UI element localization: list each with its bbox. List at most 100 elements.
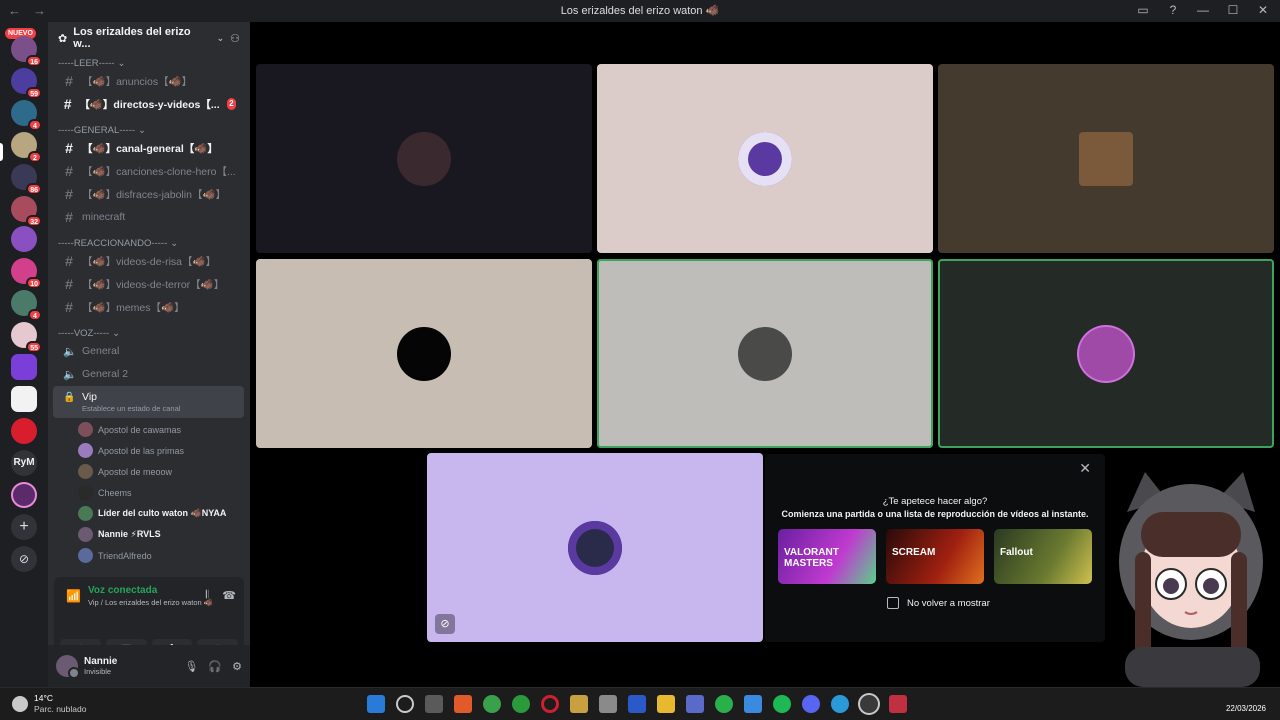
- inbox-icon[interactable]: ▭: [1136, 3, 1150, 17]
- signal-icon[interactable]: 📶: [66, 589, 81, 603]
- edge-icon[interactable]: [831, 695, 849, 713]
- minimize-button[interactable]: —: [1196, 3, 1210, 17]
- channel-videos-de-risa[interactable]: # 【🐗】videos-de-risa【🐗】: [53, 250, 244, 272]
- voice-location[interactable]: Vip / Los erizaldes del erizo waton 🐗: [88, 598, 213, 607]
- participant-tile[interactable]: [938, 64, 1274, 253]
- participant-tile[interactable]: [597, 259, 933, 448]
- voice-channel-vip[interactable]: 🔒 Vip Establece un estado de canal: [53, 386, 244, 418]
- help-icon[interactable]: ?: [1166, 3, 1180, 17]
- game-card-fallout[interactable]: Fallout: [994, 529, 1092, 584]
- server-icon-active[interactable]: 2: [11, 132, 42, 163]
- server-icon[interactable]: [11, 418, 37, 444]
- search-icon[interactable]: [396, 695, 414, 713]
- close-button[interactable]: ✕: [1256, 3, 1270, 17]
- participant-tile[interactable]: [597, 64, 933, 253]
- channel-videos-de-terror[interactable]: # 【🐗】videos-de-terror【🐗】: [53, 273, 244, 295]
- channel-canal-general[interactable]: # 【🐗】canal-general【🐗】: [53, 137, 244, 159]
- folder-icon[interactable]: [657, 695, 675, 713]
- gear-icon[interactable]: ⚙: [232, 660, 242, 673]
- spotify-icon[interactable]: [773, 695, 791, 713]
- server-icon[interactable]: [11, 226, 37, 252]
- server-header[interactable]: ✿ Los erizaldes del erizo w... ⌄ ⚇: [48, 22, 250, 54]
- category-label: -----VOZ-----: [58, 327, 110, 339]
- avatar: [78, 485, 93, 500]
- server-icon[interactable]: [11, 482, 37, 508]
- brave-icon[interactable]: [454, 695, 472, 713]
- channel-memes[interactable]: # 【🐗】memes【🐗】: [53, 296, 244, 318]
- game-label: Fallout: [1000, 547, 1033, 558]
- voice-channel-general-2[interactable]: 🔈 General 2: [53, 363, 244, 385]
- voice-member[interactable]: Apostol de meoow: [48, 461, 250, 482]
- discord-icon[interactable]: [802, 695, 820, 713]
- voice-member[interactable]: Nannie ⚡RVLS: [48, 524, 250, 545]
- voice-member[interactable]: TriendAlfredo: [48, 545, 250, 566]
- editor-icon[interactable]: [628, 695, 646, 713]
- chrome-icon[interactable]: [483, 695, 501, 713]
- server-icon[interactable]: 32: [11, 196, 42, 227]
- discover-icon[interactable]: ⊘: [11, 546, 37, 572]
- channel-anuncios[interactable]: # 【🐗】anuncios【🐗】: [53, 70, 244, 92]
- server-icon[interactable]: 16: [11, 36, 42, 67]
- add-member-icon[interactable]: ⚇: [230, 32, 240, 45]
- server-icon[interactable]: [11, 386, 37, 412]
- participant-tile[interactable]: [256, 64, 592, 253]
- channel-directos-y-videos[interactable]: # 【🐗】directos-y-videos【... 2: [53, 93, 244, 115]
- channel-sidebar: ✿ Los erizaldes del erizo w... ⌄ ⚇ -----…: [48, 22, 250, 687]
- maximize-button[interactable]: ☐: [1226, 3, 1240, 17]
- category-label: -----REACCIONANDO-----: [58, 237, 168, 249]
- voice-channel-general[interactable]: 🔈 General: [53, 340, 244, 362]
- channel-label: 【🐗】directos-y-videos【...: [79, 98, 220, 111]
- microphone-icon[interactable]: 🎙: [184, 660, 198, 673]
- game-card-scream[interactable]: SCREAM: [886, 529, 984, 584]
- teams-icon[interactable]: [686, 695, 704, 713]
- game-card-valorant[interactable]: VALORANT MASTERS: [778, 529, 876, 584]
- opera-icon[interactable]: [541, 695, 559, 713]
- weather-widget[interactable]: 14°C Parc. nublado: [12, 693, 86, 715]
- server-icon[interactable]: 59: [11, 68, 42, 99]
- voice-member[interactable]: Apostol de cawamas: [48, 419, 250, 440]
- app-icon[interactable]: [889, 695, 907, 713]
- channel-canciones[interactable]: # 【🐗】canciones-clone-hero【...: [53, 160, 244, 182]
- xbox-icon[interactable]: [512, 695, 530, 713]
- category-reaccionando[interactable]: -----REACCIONANDO----- ⌄: [48, 236, 250, 250]
- whatsapp-icon[interactable]: [715, 695, 733, 713]
- photos-icon[interactable]: [744, 695, 762, 713]
- category-voz[interactable]: -----VOZ----- ⌄: [48, 326, 250, 340]
- channel-status-prompt[interactable]: Establece un estado de canal: [63, 404, 180, 413]
- participant-tile[interactable]: [256, 259, 592, 448]
- disconnect-icon[interactable]: ☎: [222, 589, 236, 602]
- server-icon[interactable]: 86: [11, 164, 42, 195]
- voice-member[interactable]: Líder del culto waton 🐗NYAA: [48, 503, 250, 524]
- close-icon[interactable]: ✕: [1079, 460, 1091, 477]
- activity-description: Comienza una partida o una lista de repr…: [781, 509, 1089, 519]
- server-icon-text[interactable]: RyM: [11, 450, 37, 476]
- store-icon[interactable]: [570, 695, 588, 713]
- category-leer[interactable]: -----LEER----- ⌄: [48, 56, 250, 70]
- voice-member[interactable]: Apostol de las primas: [48, 440, 250, 461]
- unity-icon[interactable]: [599, 695, 617, 713]
- start-icon[interactable]: [367, 695, 385, 713]
- avatar[interactable]: [56, 655, 80, 679]
- checkbox[interactable]: [887, 597, 899, 609]
- obs-icon[interactable]: [860, 695, 878, 713]
- server-icon[interactable]: 10: [11, 258, 42, 289]
- participant-tile[interactable]: [938, 259, 1274, 448]
- mention-badge: 16: [26, 55, 42, 67]
- task-view-icon[interactable]: [425, 695, 443, 713]
- category-label: -----LEER-----: [58, 57, 115, 69]
- channel-minecraft[interactable]: # minecraft: [53, 206, 244, 228]
- headphones-icon[interactable]: 🎧: [208, 660, 222, 673]
- participant-tile[interactable]: ⊘: [427, 453, 763, 642]
- noise-suppression-icon[interactable]: 𝄃: [206, 589, 208, 602]
- channel-label: 【🐗】videos-de-risa【🐗】: [82, 255, 217, 268]
- add-server-icon[interactable]: +: [11, 514, 37, 540]
- category-general[interactable]: -----GENERAL----- ⌄: [48, 123, 250, 137]
- channel-disfraces[interactable]: # 【🐗】disfraces-jabolin【🐗】: [53, 183, 244, 205]
- server-icon[interactable]: [11, 354, 37, 380]
- server-icon[interactable]: 55: [11, 322, 42, 353]
- voice-member[interactable]: Cheems: [48, 482, 250, 503]
- server-icon[interactable]: 4: [11, 290, 42, 321]
- channel-label: 【🐗】canciones-clone-hero【...: [82, 165, 236, 178]
- dont-show-again[interactable]: No volver a mostrar: [887, 597, 990, 609]
- server-icon[interactable]: 4: [11, 100, 42, 131]
